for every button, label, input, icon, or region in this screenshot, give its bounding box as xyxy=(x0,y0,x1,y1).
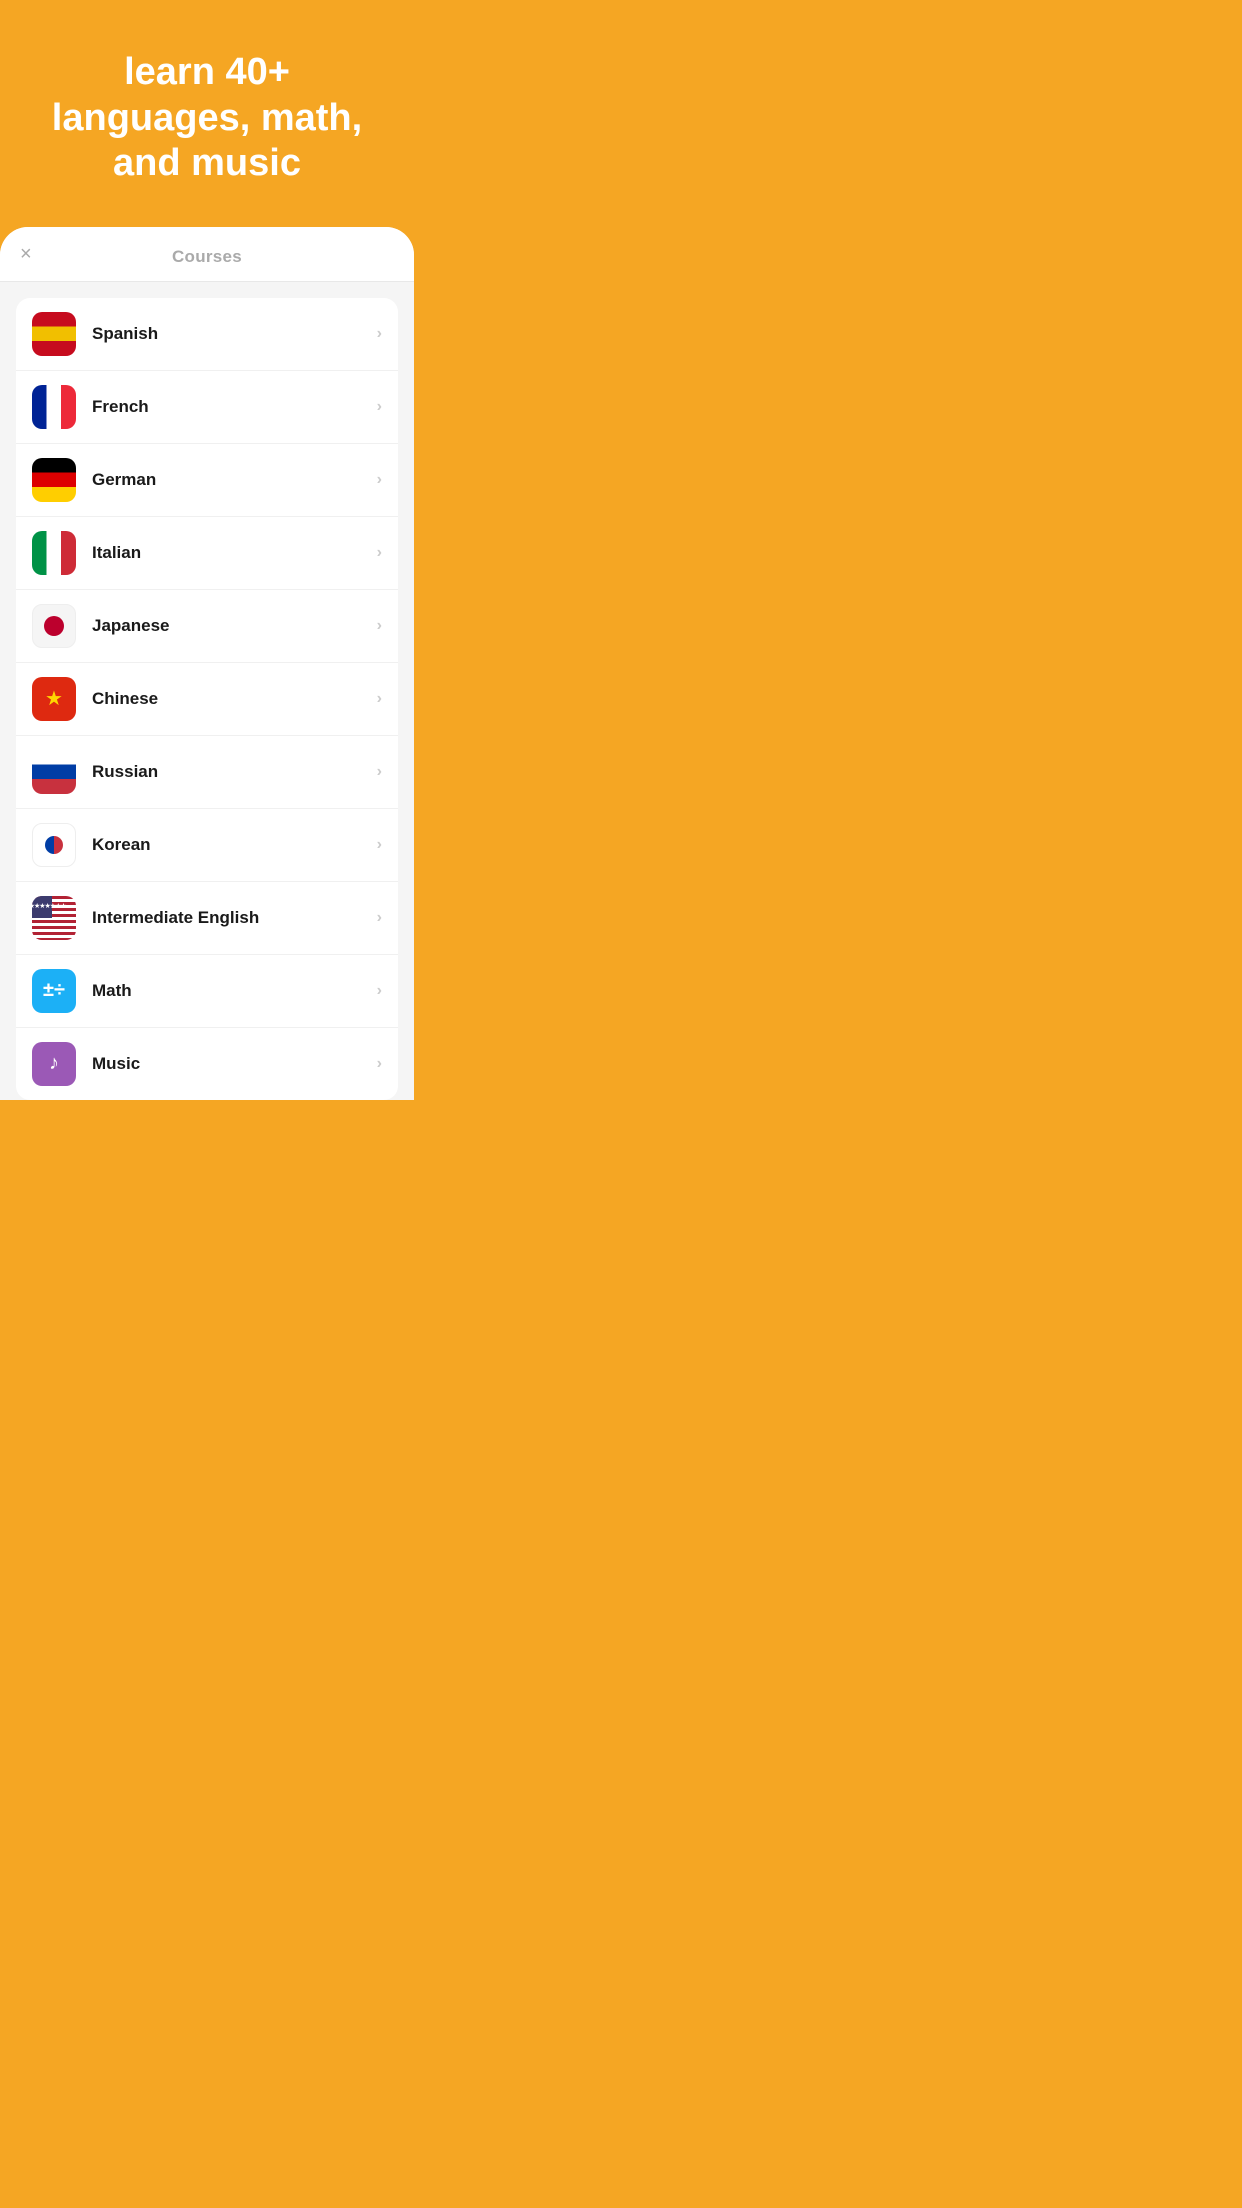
korea-flag-inner xyxy=(33,824,75,866)
math-icon: ±÷ xyxy=(32,969,76,1013)
chevron-icon-korean: › xyxy=(377,836,382,854)
chevron-icon-music: › xyxy=(377,1055,382,1073)
course-name-french: French xyxy=(92,397,377,417)
course-item-spanish[interactable]: Spanish › xyxy=(16,298,398,371)
course-name-italian: Italian xyxy=(92,543,377,563)
flag-japan xyxy=(32,604,76,648)
flag-china: ★ xyxy=(32,677,76,721)
music-icon: ♪ xyxy=(32,1042,76,1086)
usa-stars: ★★★★★★★★★ xyxy=(32,903,66,910)
japan-circle xyxy=(44,616,64,636)
flag-russia xyxy=(32,750,76,794)
course-item-chinese[interactable]: ★ Chinese › xyxy=(16,663,398,736)
course-item-italian[interactable]: Italian › xyxy=(16,517,398,590)
modal-title: Courses xyxy=(172,247,242,267)
course-name-intermediate-english: Intermediate English xyxy=(92,908,377,928)
course-item-korean[interactable]: Korean › xyxy=(16,809,398,882)
chevron-icon-italian: › xyxy=(377,544,382,562)
course-item-german[interactable]: German › xyxy=(16,444,398,517)
course-name-russian: Russian xyxy=(92,762,377,782)
modal-header: × Courses xyxy=(0,227,414,282)
math-symbol: ±÷ xyxy=(43,979,65,1002)
courses-list: Spanish › French › German › Italian › Ja… xyxy=(0,282,414,1100)
course-name-chinese: Chinese xyxy=(92,689,377,709)
header-section: learn 40+languages, math,and music xyxy=(12,0,402,227)
flag-germany xyxy=(32,458,76,502)
chevron-icon-russian: › xyxy=(377,763,382,781)
korea-circle xyxy=(45,836,63,854)
chevron-icon-chinese: › xyxy=(377,690,382,708)
chevron-icon-intermediate-english: › xyxy=(377,909,382,927)
modal-card: × Courses Spanish › French › German › It… xyxy=(0,227,414,1100)
chevron-icon-math: › xyxy=(377,982,382,1000)
flag-italy xyxy=(32,531,76,575)
header-title: learn 40+languages, math,and music xyxy=(52,51,362,184)
chevron-icon-german: › xyxy=(377,471,382,489)
chevron-icon-french: › xyxy=(377,398,382,416)
flag-spain xyxy=(32,312,76,356)
course-name-german: German xyxy=(92,470,377,490)
course-item-intermediate-english[interactable]: ★★★★★★★★★ Intermediate English › xyxy=(16,882,398,955)
music-symbol: ♪ xyxy=(49,1052,59,1075)
course-name-math: Math xyxy=(92,981,377,1001)
chevron-icon-japanese: › xyxy=(377,617,382,635)
flag-france xyxy=(32,385,76,429)
close-button[interactable]: × xyxy=(20,244,32,264)
course-item-music[interactable]: ♪ Music › xyxy=(16,1028,398,1100)
course-name-spanish: Spanish xyxy=(92,324,377,344)
course-item-french[interactable]: French › xyxy=(16,371,398,444)
flag-usa: ★★★★★★★★★ xyxy=(32,896,76,940)
course-name-korean: Korean xyxy=(92,835,377,855)
course-name-music: Music xyxy=(92,1054,377,1074)
course-item-math[interactable]: ±÷ Math › xyxy=(16,955,398,1028)
course-item-russian[interactable]: Russian › xyxy=(16,736,398,809)
course-name-japanese: Japanese xyxy=(92,616,377,636)
course-item-japanese[interactable]: Japanese › xyxy=(16,590,398,663)
china-star: ★ xyxy=(45,689,63,709)
flag-korea xyxy=(32,823,76,867)
chevron-icon-spanish: › xyxy=(377,325,382,343)
